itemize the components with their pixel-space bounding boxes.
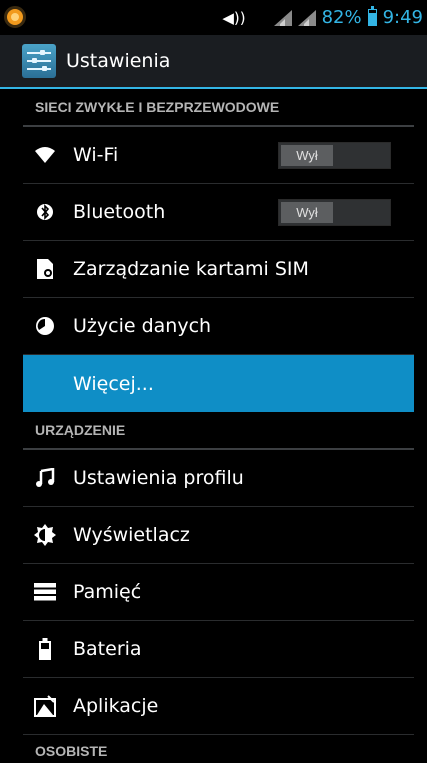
settings-item-storage[interactable]: Pamięć — [23, 564, 414, 621]
battery-icon — [33, 637, 57, 661]
settings-item-label: Pamięć — [73, 581, 142, 603]
settings-item-label: Wyświetlacz — [73, 524, 190, 546]
wifi-toggle-state: Wył — [281, 145, 333, 166]
wifi-toggle[interactable]: Wył — [278, 142, 391, 169]
volume-icon: ◀)) — [222, 8, 246, 27]
settings-item-label: Użycie danych — [73, 315, 212, 337]
bluetooth-toggle[interactable]: Wył — [278, 199, 391, 226]
settings-item-profiles[interactable]: Ustawienia profilu — [23, 450, 414, 507]
section-header-personal: OSOBISTE — [35, 743, 108, 759]
settings-item-label: Bateria — [73, 638, 142, 660]
clock: 9:49 — [382, 7, 423, 28]
music-note-icon — [33, 466, 57, 490]
battery-percent: 82% — [321, 7, 362, 28]
data-usage-icon — [33, 314, 57, 338]
signal-sim2-icon — [297, 9, 316, 26]
bluetooth-toggle-state: Wył — [281, 202, 333, 223]
settings-item-label: Ustawienia profilu — [73, 467, 244, 489]
settings-item-battery[interactable]: Bateria — [23, 621, 414, 678]
section-header-wireless: SIECI ZWYKŁE I BEZPRZEWODOWE — [23, 89, 414, 127]
sim-card-icon — [33, 257, 57, 281]
section-header-device: URZĄDZENIE — [23, 412, 414, 450]
brightness-icon — [33, 523, 57, 547]
battery-status-icon — [367, 6, 377, 26]
bluetooth-icon — [33, 200, 57, 224]
wifi-icon — [33, 143, 57, 167]
settings-item-display[interactable]: Wyświetlacz — [23, 507, 414, 564]
settings-item-label: Aplikacje — [73, 695, 159, 717]
settings-item-label: Wi-Fi — [73, 144, 119, 166]
settings-item-sim[interactable]: Zarządzanie kartami SIM — [23, 241, 414, 298]
settings-item-wifi[interactable]: Wi-Fi Wył — [23, 127, 414, 184]
action-bar: Ustawienia — [0, 35, 427, 89]
settings-item-bluetooth[interactable]: Bluetooth Wył — [23, 184, 414, 241]
settings-item-label: Bluetooth — [73, 201, 166, 223]
signal-sim1-icon — [273, 9, 292, 26]
settings-item-more[interactable]: Więcej... — [23, 355, 414, 412]
status-indicators: ◀)) 82% 9:49 — [222, 0, 423, 35]
settings-item-label: Zarządzanie kartami SIM — [73, 258, 309, 280]
status-bar: ◀)) 82% 9:49 — [0, 0, 427, 35]
page-title: Ustawienia — [66, 50, 171, 72]
settings-item-data-usage[interactable]: Użycie danych — [23, 298, 414, 355]
settings-item-apps[interactable]: Aplikacje — [23, 678, 414, 735]
storage-icon — [33, 580, 57, 604]
settings-list: SIECI ZWYKŁE I BEZPRZEWODOWE Wi-Fi Wył B… — [0, 89, 427, 763]
settings-item-label: Więcej... — [73, 372, 154, 395]
apps-icon — [33, 694, 57, 718]
settings-sliders-icon[interactable] — [22, 44, 56, 78]
notification-app-icon — [4, 6, 26, 28]
